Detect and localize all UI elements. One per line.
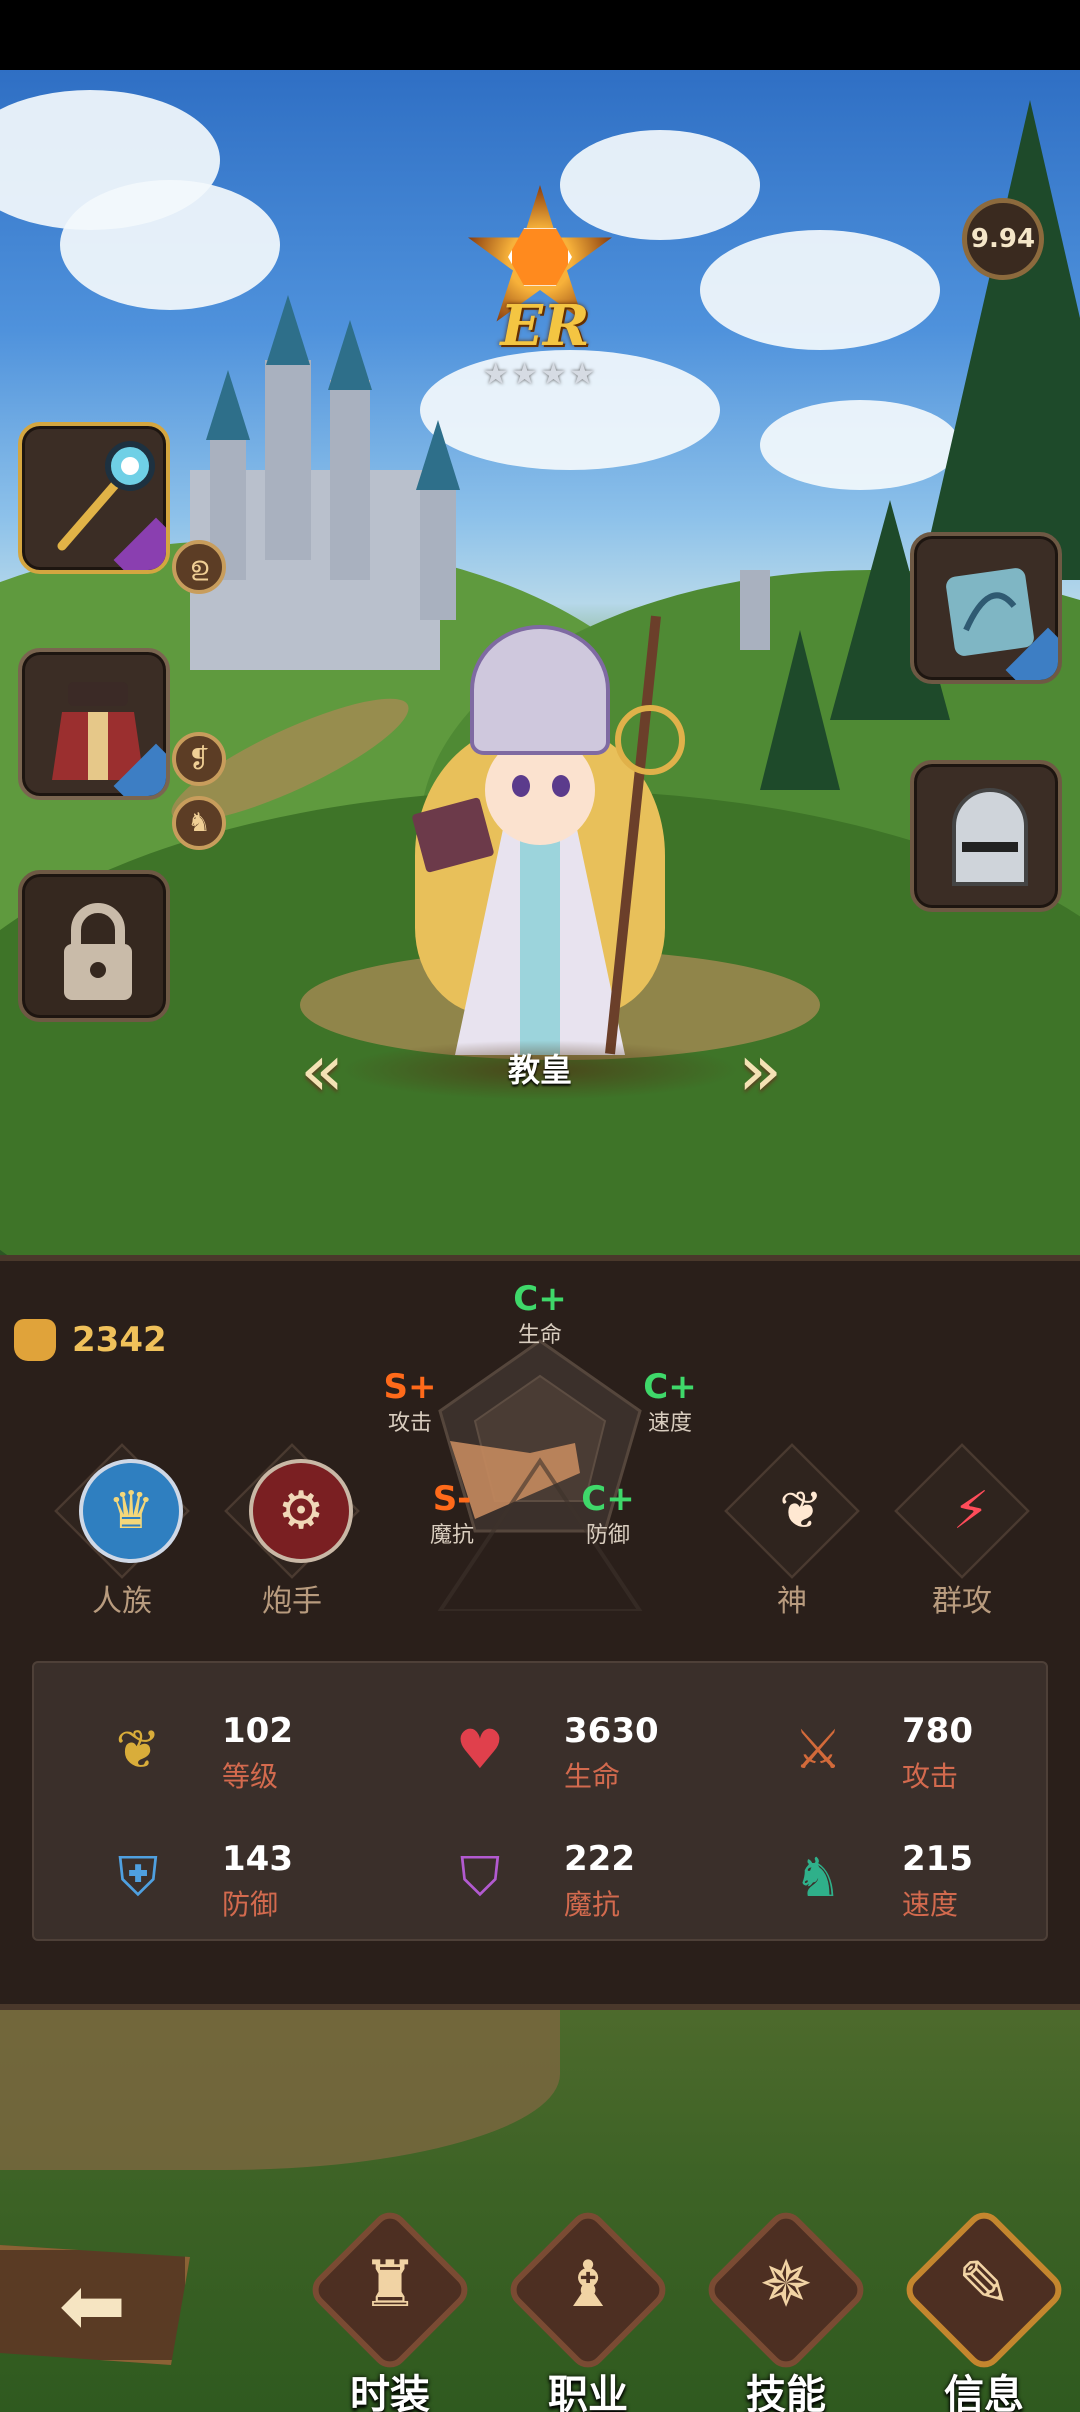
bottom-nav: ⬅ ♜ 时装 ♝ 职业 ✵ 技能 ✎ 信息	[0, 2010, 1080, 2412]
laurel-icon: ❦	[115, 1717, 161, 1781]
nav-info[interactable]: ✎ 信息	[894, 2205, 1074, 2412]
heart-icon: ♥	[455, 1717, 505, 1781]
costume-icon: ♜	[361, 2248, 419, 2322]
attributes-box: ❦ 102 等级 ♥ 3630 生命 ⚔ 780 攻击 ⛨ 143 防御 ⛉ 2…	[32, 1661, 1048, 1941]
trait-faction[interactable]: ❦ 神	[707, 1443, 877, 1621]
rank-stars: ★★★★	[482, 357, 598, 392]
armor-slot[interactable]	[18, 648, 170, 800]
nav-class[interactable]: ♝ 职业	[498, 2205, 678, 2412]
stat-magic-resist: ⛉ 222 魔抗	[434, 1821, 734, 1931]
back-button[interactable]: ⬅	[0, 2245, 190, 2365]
rank-text: ER	[500, 293, 590, 359]
next-hero-arrow[interactable]: »	[700, 1030, 820, 1110]
grade-hp: C+ 生命	[513, 1279, 567, 1348]
nav-skill[interactable]: ✵ 技能	[696, 2205, 876, 2412]
grade-mres: S- 魔抗	[429, 1479, 474, 1548]
weapon-slot[interactable]	[18, 422, 170, 574]
shield-icon: ⛨	[117, 1845, 159, 1908]
helmet-icon	[952, 788, 1028, 886]
scroll-rune-icon[interactable]: ❡	[172, 732, 226, 786]
combat-power: 2342	[14, 1319, 167, 1361]
magic-shield-icon: ⛉	[459, 1845, 501, 1908]
crown-icon: ♛	[79, 1459, 183, 1563]
hero-scene: ER ★★★★ 9.94 ഉ ★★★ ❡ ♞	[0, 70, 1080, 1255]
stat-level: ❦ 102 等级	[92, 1693, 392, 1803]
spellbook-slot[interactable]	[910, 532, 1062, 684]
locked-slot[interactable]	[18, 870, 170, 1022]
nav-costume[interactable]: ♜ 时装	[300, 2205, 480, 2412]
stats-panel: 2342 C+ 生命 S+ 攻击 C+ 速度 S- 魔抗 C+ 防御 ♛ 人族 …	[0, 1255, 1080, 2010]
trait-attack-type[interactable]: ⚡ 群攻	[877, 1443, 1047, 1621]
grade-radar: C+ 生命 S+ 攻击 C+ 速度 S- 魔抗 C+ 防御	[380, 1281, 700, 1611]
chess-icon: ♝	[559, 2248, 617, 2322]
lock-icon	[64, 903, 132, 1000]
scroll-icon: ✎	[957, 2248, 1011, 2322]
cannon-icon: ⚙	[249, 1459, 353, 1563]
claw-icon: ⚡	[952, 1481, 990, 1541]
hero-character[interactable]	[400, 615, 685, 1065]
trait-race[interactable]: ♛ 人族	[37, 1443, 207, 1621]
grade-def: C+ 防御	[581, 1479, 635, 1548]
wings-icon: ❦	[779, 1481, 823, 1541]
power-value: 2342	[72, 1320, 167, 1360]
rank-emblem: ER ★★★★	[460, 185, 620, 400]
status-bar	[0, 0, 1080, 70]
boot-icon: ♞	[793, 1845, 843, 1909]
rune-icon[interactable]: ഉ	[172, 540, 226, 594]
fist-icon	[14, 1319, 56, 1361]
stat-attack: ⚔ 780 攻击	[772, 1693, 1072, 1803]
back-arrow-icon: ⬅	[58, 2258, 127, 2352]
helmet-slot[interactable]	[910, 760, 1062, 912]
grade-atk: S+ 攻击	[383, 1367, 437, 1436]
sword-icon: ⚔	[793, 1717, 843, 1781]
stat-hp: ♥ 3630 生命	[434, 1693, 734, 1803]
trait-class[interactable]: ⚙ 炮手	[207, 1443, 377, 1621]
skill-icon: ✵	[759, 2248, 813, 2322]
boot-rune-icon[interactable]: ♞	[172, 796, 226, 850]
hero-name: 教皇	[340, 1040, 740, 1100]
grade-spd: C+ 速度	[643, 1367, 697, 1436]
stat-speed: ♞ 215 速度	[772, 1821, 1072, 1931]
stat-defense: ⛨ 143 防御	[92, 1821, 392, 1931]
score-badge[interactable]: 9.94	[962, 198, 1044, 280]
